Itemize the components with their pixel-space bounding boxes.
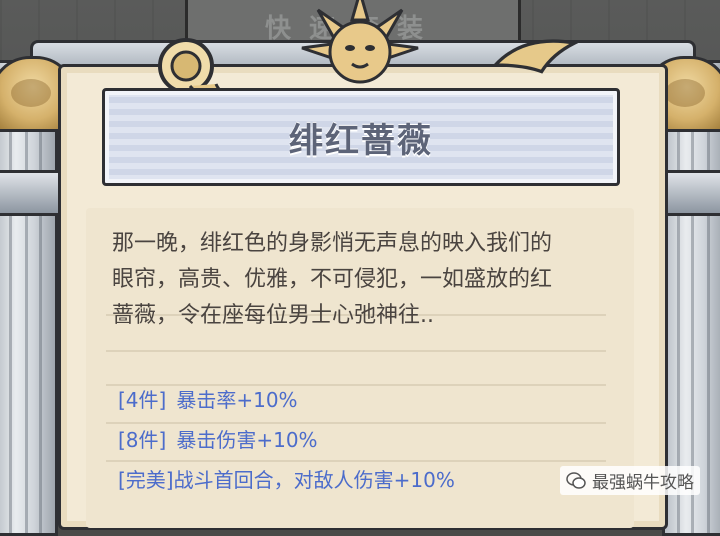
item-title: 绯红蔷薇 [289, 121, 433, 161]
set-bonus-perfect: [完美]战斗首回合，对敌人伤害+10% [118, 464, 455, 493]
item-description: 那一晚，绯红色的身影悄无声息的映入我们的 眼帘，高贵、优雅，不可侵犯，一如盛放的… [112, 226, 622, 334]
wechat-icon [566, 471, 586, 489]
bonus-tag: [8件] [118, 428, 167, 452]
description-line: 蔷薇，令在座每位男士心弛神往.. [112, 303, 434, 328]
bonus-effect: 暴击率+10% [176, 388, 298, 412]
watermark: 最强蜗牛攻略 [560, 466, 700, 495]
bonus-tag: [4件] [118, 388, 167, 412]
description-line: 眼帘，高贵、优雅，不可侵犯，一如盛放的红 [112, 267, 553, 292]
bonus-effect: 暴击伤害+10% [176, 428, 318, 452]
bonus-tag: [完美] [118, 468, 174, 492]
bonus-effect: 战斗首回合，对敌人伤害+10% [173, 468, 455, 492]
description-line: 那一晚，绯红色的身影悄无声息的映入我们的 [112, 231, 553, 256]
watermark-text: 最强蜗牛攻略 [592, 473, 694, 493]
set-bonus-4: [4件] 暴击率+10% [118, 384, 298, 413]
item-title-banner: 绯红蔷薇 [102, 88, 620, 186]
set-bonus-8: [8件] 暴击伤害+10% [118, 424, 318, 453]
gold-leaf-ornament-icon [491, 39, 580, 74]
